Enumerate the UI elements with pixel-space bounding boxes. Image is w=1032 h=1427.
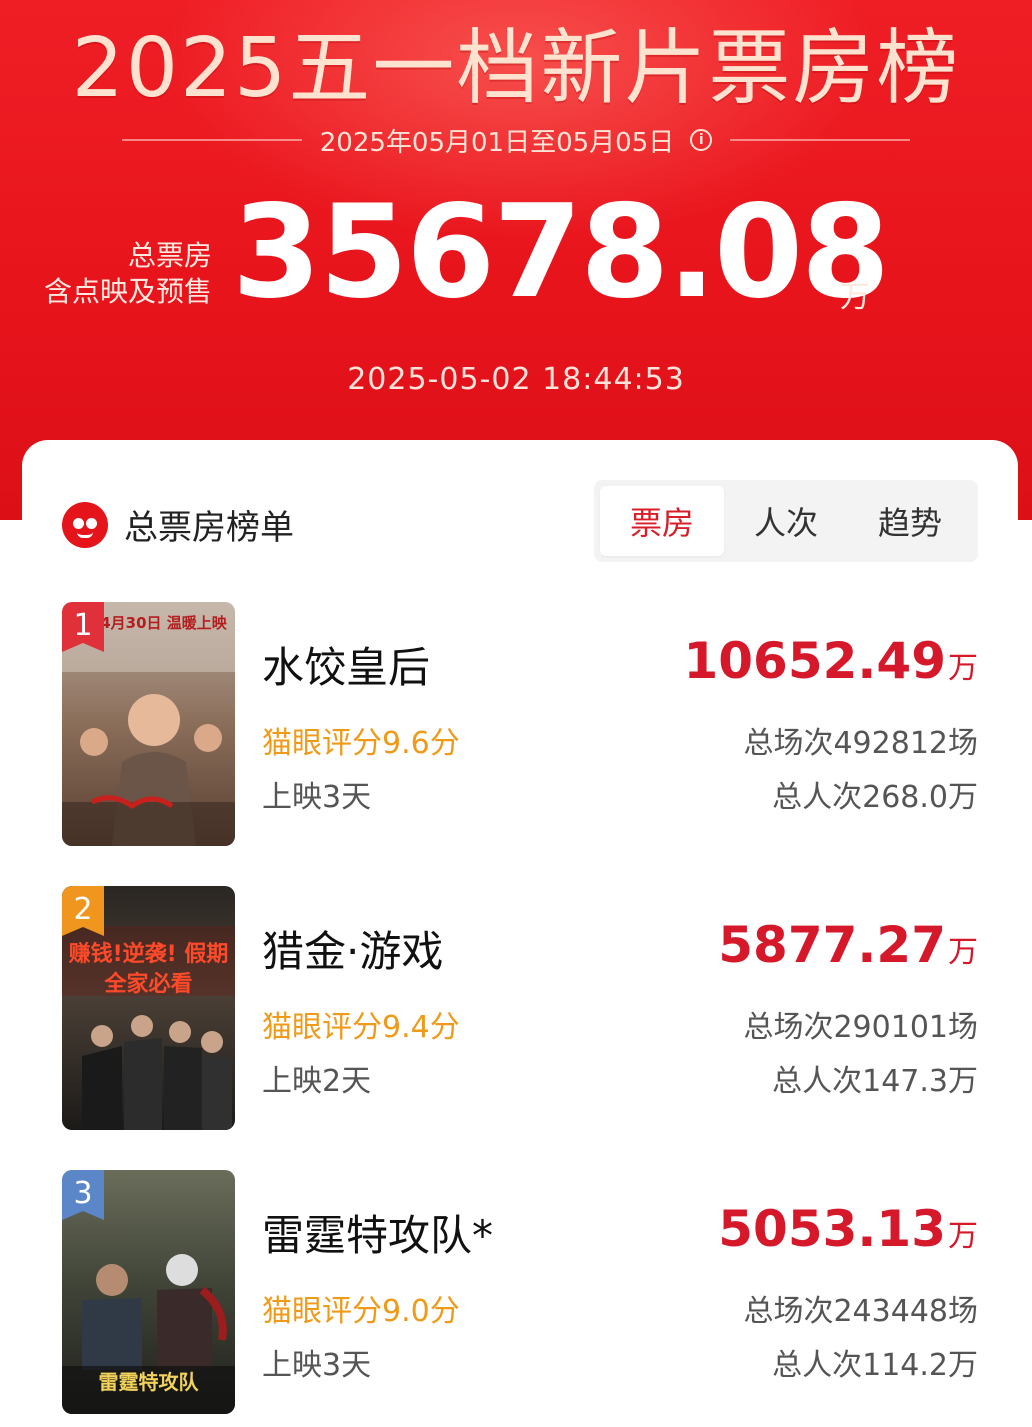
- movie-title[interactable]: 猎金·游戏: [262, 918, 443, 979]
- total-label-line2: 含点映及预售: [43, 275, 212, 308]
- total-shows: 总场次243448场: [743, 1294, 978, 1329]
- card-title: 总票房榜单: [124, 508, 294, 548]
- list-item[interactable]: 赚钱!逆袭! 假期全家必看 2 猎金·游戏 猫眼评分9.4分 上映2天 5877…: [62, 886, 978, 1130]
- tab-box-office[interactable]: 票房: [600, 486, 724, 556]
- total-label-line1: 总票房: [127, 239, 212, 272]
- movie-poster[interactable]: 赚钱!逆袭! 假期全家必看 2: [62, 886, 235, 1130]
- metric-tabs: 票房 人次 趋势: [594, 480, 978, 562]
- movie-rating: 猫眼评分9.4分: [262, 1010, 460, 1045]
- box-value: 5877.27: [718, 916, 946, 974]
- total-attendance: 总人次114.2万: [772, 1348, 978, 1383]
- box-unit: 万: [948, 935, 978, 970]
- date-range-row: 2025年05月01日至05月05日 i: [0, 120, 1032, 160]
- date-range: 2025年05月01日至05月05日: [319, 127, 675, 158]
- tab-trend[interactable]: 趋势: [848, 486, 972, 556]
- poster-caption: 雷霆特攻队: [98, 1370, 199, 1394]
- movie-poster[interactable]: 雷霆特攻队 3: [62, 1170, 235, 1414]
- total-attendance: 总人次147.3万: [772, 1064, 978, 1099]
- movie-box-office: 5053.13 万: [718, 1200, 978, 1258]
- poster-caption: 赚钱!逆袭! 假期全家必看: [68, 942, 229, 997]
- card-header: 总票房榜单: [62, 500, 294, 549]
- total-shows: 总场次492812场: [743, 726, 978, 761]
- list-item[interactable]: 4月30日 温暖上映 1 水饺皇后 猫眼评分9.6分 上映3天 10652.49…: [62, 602, 978, 846]
- total-attendance: 总人次268.0万: [772, 780, 978, 815]
- total-label: 总票房 含点映及预售: [44, 238, 212, 310]
- total-unit: 万: [840, 280, 870, 315]
- update-time: 2025-05-02 18:44:53: [347, 362, 685, 397]
- poster-caption: 4月30日 温暖上映: [100, 614, 227, 632]
- divider-left: [121, 139, 302, 141]
- total-box-office: 35678.08: [232, 178, 890, 327]
- movie-poster[interactable]: 4月30日 温暖上映 1: [62, 602, 235, 846]
- page-title: 2025五一档新片票房榜: [71, 21, 961, 116]
- info-icon[interactable]: i: [690, 129, 713, 151]
- movie-box-office: 5877.27 万: [718, 916, 978, 974]
- tab-attendance[interactable]: 人次: [724, 486, 848, 556]
- release-days: 上映2天: [262, 1064, 372, 1099]
- box-value: 10652.49: [683, 632, 946, 690]
- box-unit: 万: [948, 1219, 978, 1254]
- list-item[interactable]: 雷霆特攻队 3 雷霆特攻队* 猫眼评分9.0分 上映3天 5053.13 万 总…: [62, 1170, 978, 1414]
- ranking-card: 总票房榜单 票房 人次 趋势 4月30日 温暖上映 1 水饺皇后 猫眼评分9.6…: [22, 440, 1018, 1427]
- box-unit: 万: [948, 651, 978, 686]
- release-days: 上映3天: [262, 780, 372, 815]
- total-shows: 总场次290101场: [743, 1010, 978, 1045]
- divider-right: [730, 139, 911, 141]
- movie-box-office: 10652.49 万: [683, 632, 978, 690]
- release-days: 上映3天: [262, 1348, 372, 1383]
- movie-rating: 猫眼评分9.6分: [262, 726, 460, 761]
- maoyan-cat-icon: [62, 501, 108, 548]
- movie-title[interactable]: 雷霆特攻队*: [262, 1202, 493, 1263]
- movie-rating: 猫眼评分9.0分: [262, 1294, 460, 1329]
- box-value: 5053.13: [718, 1200, 946, 1258]
- movie-title[interactable]: 水饺皇后: [262, 634, 430, 695]
